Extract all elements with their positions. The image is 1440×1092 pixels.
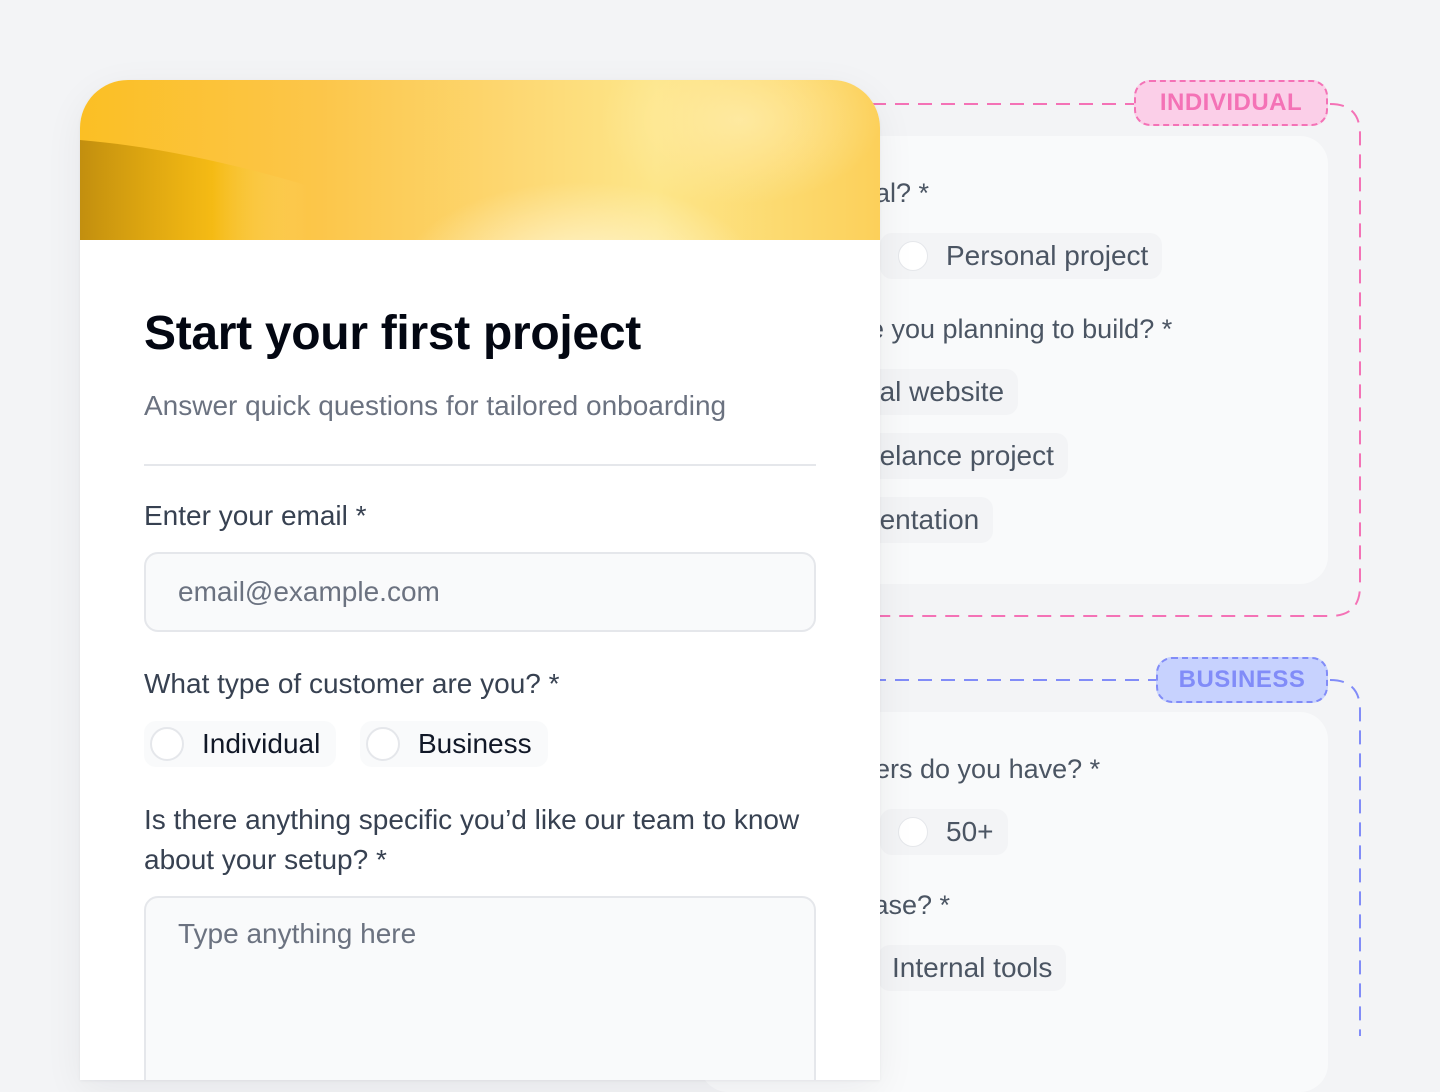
customer-type-label: What type of customer are you? * (144, 668, 560, 699)
onboarding-form-card: Start your first project Answer quick qu… (80, 80, 880, 1080)
option-label: eelance project (864, 440, 1054, 471)
page-subtitle: Answer quick questions for tailored onbo… (144, 390, 727, 421)
option-label: nentation (864, 504, 980, 535)
individual-branch-tag: INDIVIDUAL (1134, 80, 1328, 126)
internal-tools-option[interactable]: Internal tools (878, 945, 1067, 991)
option-label: Personal project (946, 240, 1149, 271)
email-field[interactable] (144, 552, 816, 632)
radio-icon (898, 817, 928, 847)
email-label: Enter your email * (144, 500, 367, 531)
option-label: 50+ (946, 816, 994, 847)
individual-question-build: re you planning to build? * (860, 314, 1173, 344)
page-title: Start your first project (144, 307, 641, 360)
option-label: Individual (202, 728, 321, 759)
radio-icon (898, 241, 928, 271)
personal-project-option[interactable]: Personal project (880, 233, 1163, 279)
customer-type-individual-option[interactable]: Individual (144, 721, 337, 767)
option-label: Internal tools (892, 952, 1053, 983)
setup-details-label: Is there anything specific you’d like ou… (144, 804, 800, 875)
option-label: Business (418, 728, 532, 759)
members-50-plus-option[interactable]: 50+ (880, 809, 1008, 855)
customer-type-business-option[interactable]: Business (360, 721, 548, 767)
radio-icon (150, 727, 184, 761)
business-branch-tag: BUSINESS (1156, 657, 1328, 703)
business-question-members: bers do you have? * (860, 754, 1101, 784)
option-label: nal website (864, 376, 1005, 407)
build-option-freelance[interactable]: eelance project (850, 433, 1068, 479)
divider (144, 464, 816, 466)
setup-details-textarea[interactable] (144, 896, 816, 1080)
radio-icon (366, 727, 400, 761)
header-banner-image (80, 80, 880, 240)
